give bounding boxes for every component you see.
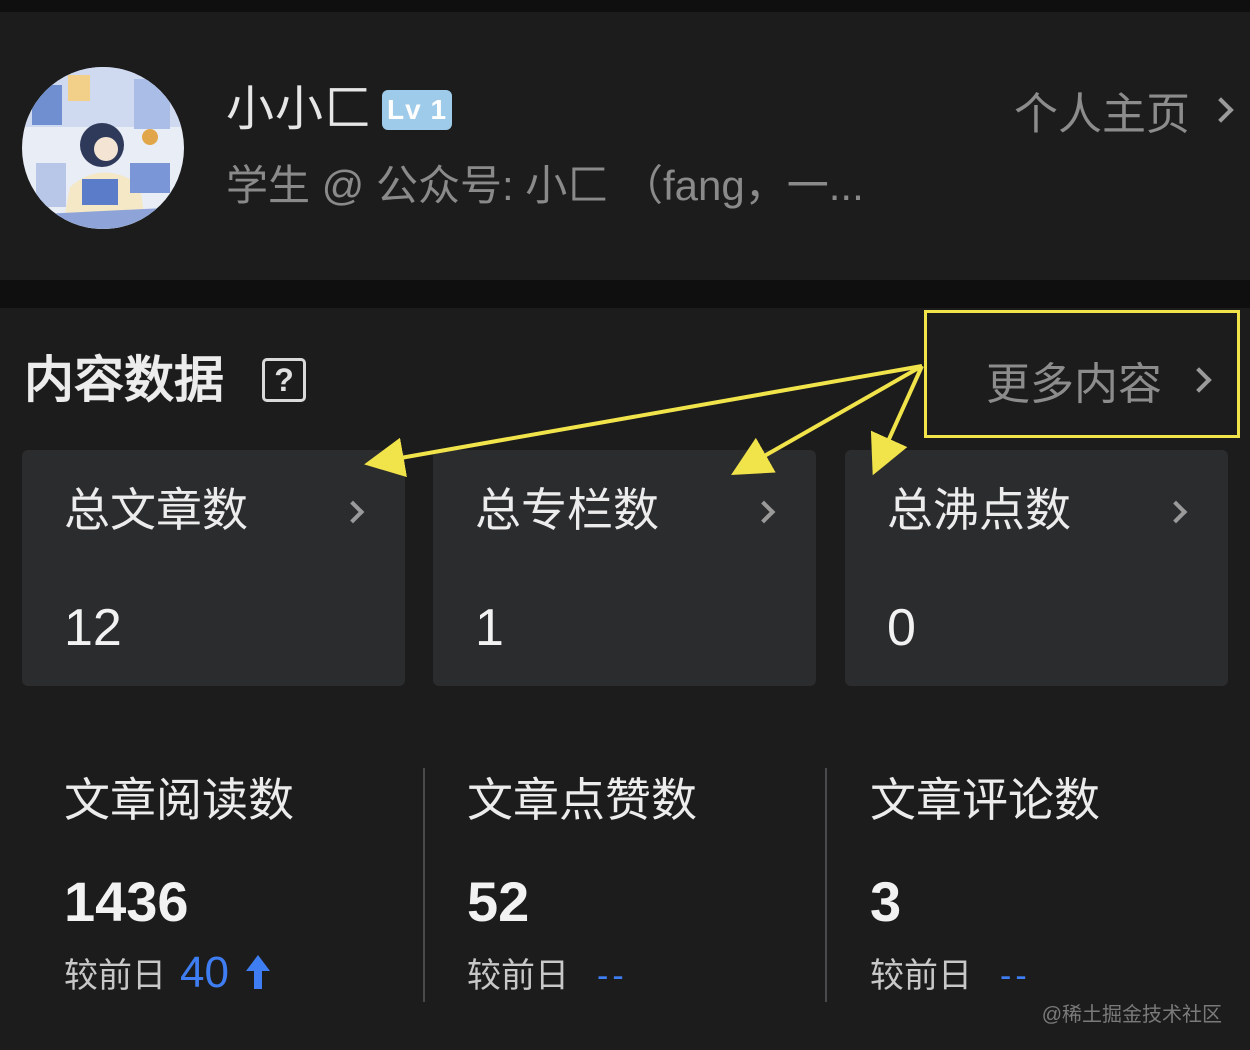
profile-header [0,12,1250,280]
stat-compare: 较前日 40 [64,948,273,998]
stat-value: 3 [870,870,902,933]
compare-label: 较前日 [64,957,166,995]
annotation-arrow [364,364,923,478]
card-total-articles[interactable]: 总文章数 12 [22,450,405,686]
stat-divider [825,768,827,1002]
card-total-pins[interactable]: 总沸点数 0 [845,450,1228,686]
card-value: 12 [64,599,122,657]
chevron-right-icon [1208,97,1234,123]
card-label: 总文章数 [64,484,248,536]
chevron-right-icon [1164,500,1188,524]
compare-value: -- [1000,957,1031,995]
section-title: 内容数据 [24,352,224,408]
chevron-right-icon [752,500,776,524]
chevron-right-icon [341,500,365,524]
homepage-link[interactable]: 个人主页 [1014,82,1234,139]
stat-value: 1436 [64,870,189,933]
avatar-illustration-icon [22,67,184,229]
help-icon[interactable]: ? [262,358,306,402]
avatar[interactable] [22,67,184,229]
top-strip [0,0,1250,12]
compare-value: 40 [180,948,229,997]
stat-divider [423,768,425,1002]
card-label: 总沸点数 [887,484,1071,536]
profile-bio: 学生 @ 公众号: 小匚 （fang，一... [226,162,864,209]
watermark: @稀土掘金技术社区 [1041,1004,1222,1026]
card-value: 0 [887,599,916,657]
page: 小小匚 Lv 1 学生 @ 公众号: 小匚 （fang，一... 个人主页 内容… [0,0,1250,1050]
stat-label: 文章点赞数 [467,774,697,826]
stat-value: 52 [467,870,530,933]
compare-label: 较前日 [467,957,569,995]
section-divider [0,280,1250,308]
stat-article-reads: 文章阅读数 1436 较前日 40 [64,770,424,1010]
stat-label: 文章评论数 [870,774,1100,826]
compare-value: -- [597,957,628,995]
card-total-columns[interactable]: 总专栏数 1 [433,450,816,686]
username: 小小匚 [226,83,374,136]
stat-compare: 较前日 -- [467,948,628,997]
stat-article-comments: 文章评论数 3 较前日 -- [870,770,1230,1010]
homepage-link-label: 个人主页 [1014,90,1190,139]
compare-label: 较前日 [870,957,972,995]
level-badge: Lv 1 [382,90,452,130]
annotation-highlight-box [924,310,1240,438]
stat-article-likes: 文章点赞数 52 较前日 -- [467,770,827,1010]
card-label: 总专栏数 [475,484,659,536]
arrow-up-icon [243,953,273,996]
card-value: 1 [475,599,504,657]
stat-compare: 较前日 -- [870,948,1031,997]
stat-label: 文章阅读数 [64,774,294,826]
